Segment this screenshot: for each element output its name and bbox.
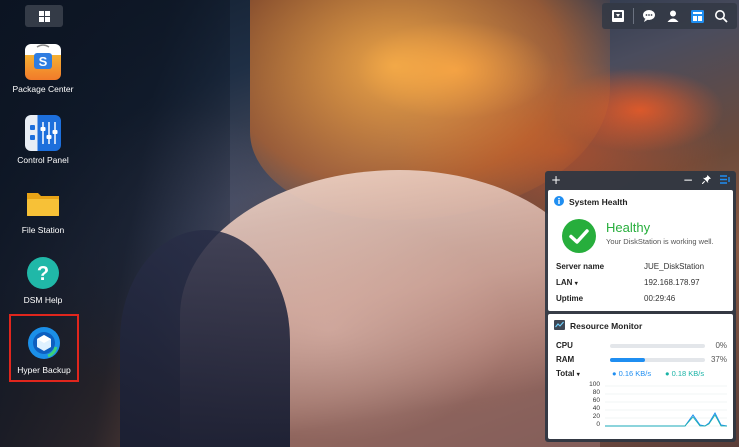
y-tick: 60 — [592, 397, 600, 404]
control-panel-icon — [25, 115, 61, 151]
network-chart — [605, 385, 727, 427]
upload-dot-icon: ● — [612, 369, 617, 378]
desktop-icon-dsm-help[interactable]: ? DSM Help — [5, 255, 81, 306]
upload-value: 0.16 KB/s — [618, 369, 652, 378]
download-icon[interactable] — [609, 7, 627, 25]
chat-icon[interactable] — [640, 7, 658, 25]
y-tick: 20 — [592, 413, 600, 420]
system-health-header: System Health — [548, 190, 733, 208]
help-icon: ? — [25, 255, 61, 291]
upload-rate: ● 0.16 KB/s — [612, 369, 651, 378]
toolbar-divider — [633, 8, 634, 24]
search-icon[interactable] — [712, 7, 730, 25]
system-health-widget: System Health Healthy Your DiskStation i… — [548, 190, 733, 311]
health-message: Your DiskStation is working well. — [606, 237, 714, 246]
download-dot-icon: ● — [665, 369, 670, 378]
total-dropdown[interactable]: Total ▾ — [556, 369, 580, 378]
y-tick: 80 — [592, 389, 600, 396]
svg-text:?: ? — [37, 263, 49, 285]
main-menu-icon — [38, 10, 50, 22]
package-center-icon: S — [25, 44, 61, 80]
download-series-line — [605, 414, 727, 427]
file-station-icon — [25, 185, 61, 221]
desktop-icon-file-station[interactable]: File Station — [5, 185, 81, 236]
lan-value: 192.168.178.97 — [644, 278, 700, 287]
chevron-down-icon: ▾ — [576, 372, 580, 378]
ram-label: RAM — [556, 355, 575, 364]
ram-bar-fill — [610, 358, 646, 362]
info-icon — [554, 196, 564, 208]
y-tick: 0 — [596, 421, 600, 428]
desktop-icon-label: Control Panel — [17, 155, 69, 165]
desktop-icon-hyper-backup[interactable]: Hyper Backup — [6, 325, 82, 376]
healthy-check-icon — [562, 219, 596, 258]
cpu-bar — [610, 344, 705, 348]
minimize-button[interactable]: − — [683, 173, 693, 187]
ram-bar — [610, 358, 705, 362]
y-tick: 100 — [589, 381, 600, 388]
desktop-icon-label: Package Center — [12, 84, 74, 94]
desktop-icon-label: Hyper Backup — [17, 365, 71, 375]
desktop-icon-label: File Station — [21, 225, 65, 235]
resource-monitor-header: Resource Monitor — [548, 314, 733, 332]
ram-value: 37% — [710, 355, 727, 364]
server-name-value: JUE_DiskStation — [644, 262, 705, 271]
widgets-icon[interactable] — [688, 7, 706, 25]
desktop-icon-label: DSM Help — [23, 295, 63, 305]
collapse-panel-icon[interactable] — [720, 173, 730, 187]
cpu-label: CPU — [556, 341, 573, 350]
hyper-backup-icon — [26, 325, 62, 361]
top-toolbar — [602, 3, 737, 29]
download-value: 0.18 KB/s — [671, 369, 705, 378]
desktop-icon-package-center[interactable]: S Package Center — [5, 44, 81, 95]
desktop-icon-control-panel[interactable]: Control Panel — [5, 115, 81, 166]
resource-monitor-widget: Resource Monitor CPU 0% RAM 37% Total ▾ … — [548, 314, 733, 439]
lan-label: LAN — [556, 278, 573, 287]
widget-panel-header: + − — [545, 171, 736, 189]
uptime-value: 00:29:46 — [644, 294, 676, 303]
svg-text:S: S — [39, 54, 48, 69]
health-status: Healthy — [606, 220, 651, 235]
system-health-title: System Health — [569, 197, 628, 207]
add-widget-button[interactable]: + — [551, 173, 561, 187]
main-menu-button[interactable] — [25, 5, 63, 27]
server-name-label: Server name — [556, 262, 605, 271]
download-rate: ● 0.18 KB/s — [665, 369, 704, 378]
chevron-down-icon: ▾ — [574, 281, 578, 287]
resource-monitor-title: Resource Monitor — [570, 321, 643, 331]
cpu-value: 0% — [715, 341, 727, 350]
pin-icon[interactable] — [701, 173, 711, 187]
uptime-label: Uptime — [556, 294, 584, 303]
y-tick: 40 — [592, 405, 600, 412]
user-icon[interactable] — [664, 7, 682, 25]
total-label: Total — [556, 369, 575, 378]
resource-monitor-icon — [554, 320, 565, 332]
lan-dropdown[interactable]: LAN ▾ — [556, 278, 636, 287]
wallpaper-rock — [120, 230, 290, 447]
widget-panel: + − System Health Healthy Your DiskStati… — [545, 171, 736, 442]
